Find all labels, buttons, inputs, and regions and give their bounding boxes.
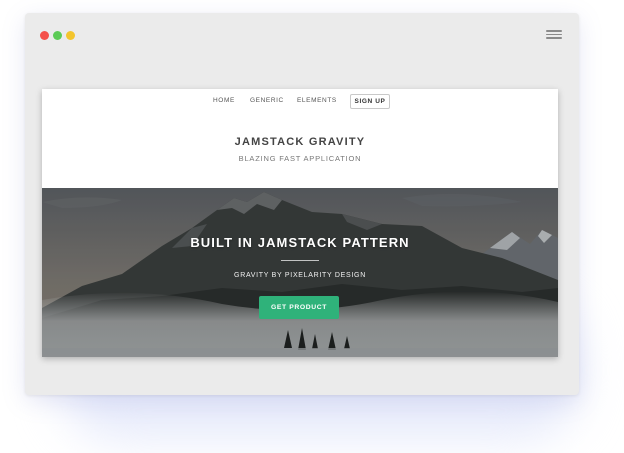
browser-window: HOME GENERIC ELEMENTS SIGN UP JAMSTACK G… — [25, 13, 579, 395]
hero-subheading: GRAVITY BY PIXELARITY DESIGN — [234, 272, 366, 279]
close-dot[interactable] — [40, 31, 49, 40]
window-controls — [40, 31, 75, 40]
maximize-dot[interactable] — [66, 31, 75, 40]
minimize-dot[interactable] — [53, 31, 62, 40]
menu-bar-middle — [546, 33, 562, 36]
site-tagline: BLAZING FAST APPLICATION — [238, 154, 362, 163]
menu-bar-top — [546, 30, 562, 32]
mockup-stage: HOME GENERIC ELEMENTS SIGN UP JAMSTACK G… — [0, 0, 624, 453]
site-title: JAMSTACK GRAVITY — [234, 136, 366, 148]
nav-generic-link[interactable]: GENERIC — [250, 97, 284, 104]
get-product-button[interactable]: GET PRODUCT — [259, 296, 339, 319]
hero-divider — [281, 260, 319, 261]
site-nav: HOME GENERIC ELEMENTS SIGN UP — [42, 94, 558, 110]
nav-elements-link[interactable]: ELEMENTS — [297, 97, 337, 104]
website-preview: HOME GENERIC ELEMENTS SIGN UP JAMSTACK G… — [42, 89, 558, 357]
sign-up-button[interactable]: SIGN UP — [350, 94, 390, 109]
hamburger-menu-icon[interactable] — [546, 28, 562, 40]
menu-bar-bottom — [546, 37, 562, 39]
hero-banner: BUILT IN JAMSTACK PATTERN GRAVITY BY PIX… — [42, 188, 558, 357]
nav-home-link[interactable]: HOME — [213, 97, 235, 104]
hero-heading: BUILT IN JAMSTACK PATTERN — [190, 235, 410, 250]
